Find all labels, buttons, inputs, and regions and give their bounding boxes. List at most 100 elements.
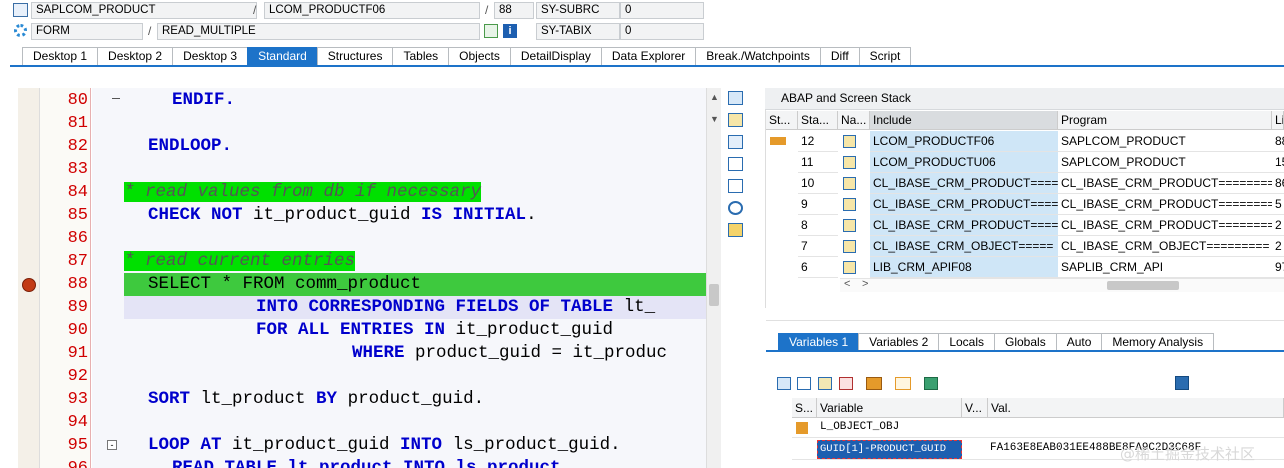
tab-structures[interactable]: Structures (316, 47, 394, 66)
line-number: 87 (67, 252, 88, 271)
include-field[interactable]: LCOM_PRODUCTF06 (264, 2, 480, 19)
stack-column-header[interactable]: St... (766, 111, 798, 130)
tab-standard[interactable]: Standard (247, 47, 318, 66)
event-field[interactable]: READ_MULTIPLE (157, 23, 480, 40)
navigate-icon[interactable] (484, 24, 498, 38)
code-line[interactable]: * read current entries (124, 250, 356, 273)
stack-include: LIB_CRM_APIF08 (870, 257, 1058, 278)
line-field[interactable]: 88 (494, 2, 534, 19)
layout-icon[interactable] (728, 223, 743, 237)
panel-divider (766, 320, 1284, 321)
keyword-text: INTO CORRESPONDING FIELDS OF TABLE (256, 297, 614, 317)
resize-icon[interactable] (728, 179, 743, 193)
variable-name-selected[interactable]: GUID[1]-PRODUCT_GUID (817, 440, 962, 459)
stack-column-header[interactable]: Sta... (798, 111, 838, 130)
stack-column-header[interactable]: Program (1058, 111, 1272, 130)
scroll-right-icon[interactable]: > (862, 278, 868, 290)
watermark: @稀土掘金技术社区 (1120, 445, 1256, 463)
sysvar-value-1[interactable]: 0 (620, 2, 704, 19)
transfer-icon[interactable] (895, 377, 911, 390)
tab-desktop-2[interactable]: Desktop 2 (97, 47, 174, 66)
line-number: 80 (67, 91, 88, 110)
close-icon[interactable] (728, 91, 743, 105)
tab-auto[interactable]: Auto (1055, 333, 1103, 351)
code-line[interactable]: WHERE product_guid = it_produc (352, 342, 667, 365)
tab-locals[interactable]: Locals (938, 333, 995, 351)
keyword-text: SORT (148, 389, 191, 409)
code-line[interactable]: FOR ALL ENTRIES IN it_product_guid (256, 319, 613, 342)
code-line[interactable]: INTO CORRESPONDING FIELDS OF TABLE lt_ (256, 296, 655, 319)
services-icon[interactable] (728, 201, 743, 215)
stack-level: 11 (798, 152, 838, 173)
keyword-text: FOR ALL ENTRIES IN (256, 320, 446, 340)
var-column-header[interactable]: Variable (817, 398, 962, 418)
code-line[interactable]: ENDIF. (172, 89, 235, 112)
scroll-down-icon[interactable]: ▼ (710, 114, 719, 124)
tab-diff[interactable]: Diff (819, 47, 860, 66)
tab-desktop-3[interactable]: Desktop 3 (172, 47, 249, 66)
scroll-left-icon[interactable]: < (844, 278, 850, 290)
variable-name[interactable]: L_OBJECT_OBJ (820, 421, 899, 433)
stack-program: SAPLCOM_PRODUCT (1058, 131, 1272, 152)
code-line[interactable]: ENDLOOP. (148, 135, 232, 158)
folder-icon[interactable] (924, 377, 938, 390)
stack-column-header[interactable]: Li (1272, 111, 1284, 130)
var-column-header[interactable]: Val. (988, 398, 1284, 418)
stack-column-header[interactable]: Na... (838, 111, 870, 130)
comment-text: * read current entries (124, 251, 356, 271)
tab-objects[interactable]: Objects (448, 47, 511, 66)
code-line[interactable]: * read values from db if necessary (124, 181, 482, 204)
stack-column-header[interactable]: Include (870, 111, 1058, 130)
info-icon[interactable]: i (503, 24, 517, 38)
tab-globals[interactable]: Globals (994, 333, 1057, 351)
stack-program: CL_IBASE_CRM_PRODUCT======== (1058, 215, 1272, 236)
swap-tool-icon[interactable] (728, 135, 743, 149)
stack-level: 6 (798, 257, 838, 278)
code-line[interactable]: SORT lt_product BY product_guid. (148, 388, 484, 411)
scroll-thumb[interactable] (709, 284, 719, 306)
sysvar-value-2[interactable]: 0 (620, 23, 704, 40)
block-marker (112, 98, 120, 99)
var-column-header[interactable]: S... (792, 398, 817, 418)
edit-icon[interactable] (818, 377, 832, 390)
insert-icon[interactable] (797, 377, 811, 390)
code-line[interactable]: LOOP AT it_product_guid INTO ls_product_… (148, 434, 621, 457)
tab-variables-1[interactable]: Variables 1 (778, 333, 860, 351)
tab-detaildisplay[interactable]: DetailDisplay (509, 47, 602, 66)
tab-tables[interactable]: Tables (392, 47, 450, 66)
sysvar-name-1[interactable]: SY-SUBRC (536, 2, 620, 19)
maximize-icon[interactable] (728, 157, 743, 171)
separator: / (148, 24, 152, 38)
tab-memory-analysis[interactable]: Memory Analysis (1101, 333, 1215, 351)
collapse-icon[interactable]: - (107, 440, 117, 450)
current-line-arrow-icon (22, 278, 36, 292)
new-tool-icon[interactable] (728, 113, 743, 127)
source-icon (843, 240, 856, 253)
current-level-arrow-icon (770, 137, 786, 145)
tab-variables-2[interactable]: Variables 2 (858, 333, 940, 351)
save-icon[interactable] (1175, 376, 1189, 390)
tab-data-explorer[interactable]: Data Explorer (600, 47, 697, 66)
stack-scroll-thumb[interactable] (1107, 281, 1179, 290)
sysvar-name-2[interactable]: SY-TABIX (536, 23, 620, 40)
editor-scrollbar[interactable]: ▲ ▼ (706, 88, 721, 468)
scroll-up-icon[interactable]: ▲ (710, 92, 719, 102)
delete-icon[interactable] (777, 377, 791, 390)
tab-break-watchpoints[interactable]: Break./Watchpoints (695, 47, 821, 66)
group-icon[interactable] (866, 377, 882, 390)
source-icon (843, 177, 856, 190)
stack-line: 88 (1272, 131, 1284, 152)
stack-line: 15 (1272, 152, 1284, 173)
code-line[interactable]: SELECT * FROM comm_product (124, 273, 706, 296)
event-type-field[interactable]: FORM (31, 23, 143, 40)
code-text: lt_product (190, 389, 317, 409)
tab-desktop-1[interactable]: Desktop 1 (22, 47, 99, 66)
program-field[interactable]: SAPLCOM_PRODUCT (31, 2, 257, 19)
stack-hscroll[interactable] (840, 278, 1284, 292)
var-column-header[interactable]: V... (962, 398, 988, 418)
remove-row-icon[interactable] (839, 377, 853, 390)
code-line[interactable]: READ TABLE lt_product INTO ls_product (172, 457, 561, 468)
code-line[interactable]: CHECK NOT it_product_guid IS INITIAL. (148, 204, 537, 227)
source-icon (843, 219, 856, 232)
tab-script[interactable]: Script (858, 47, 912, 66)
